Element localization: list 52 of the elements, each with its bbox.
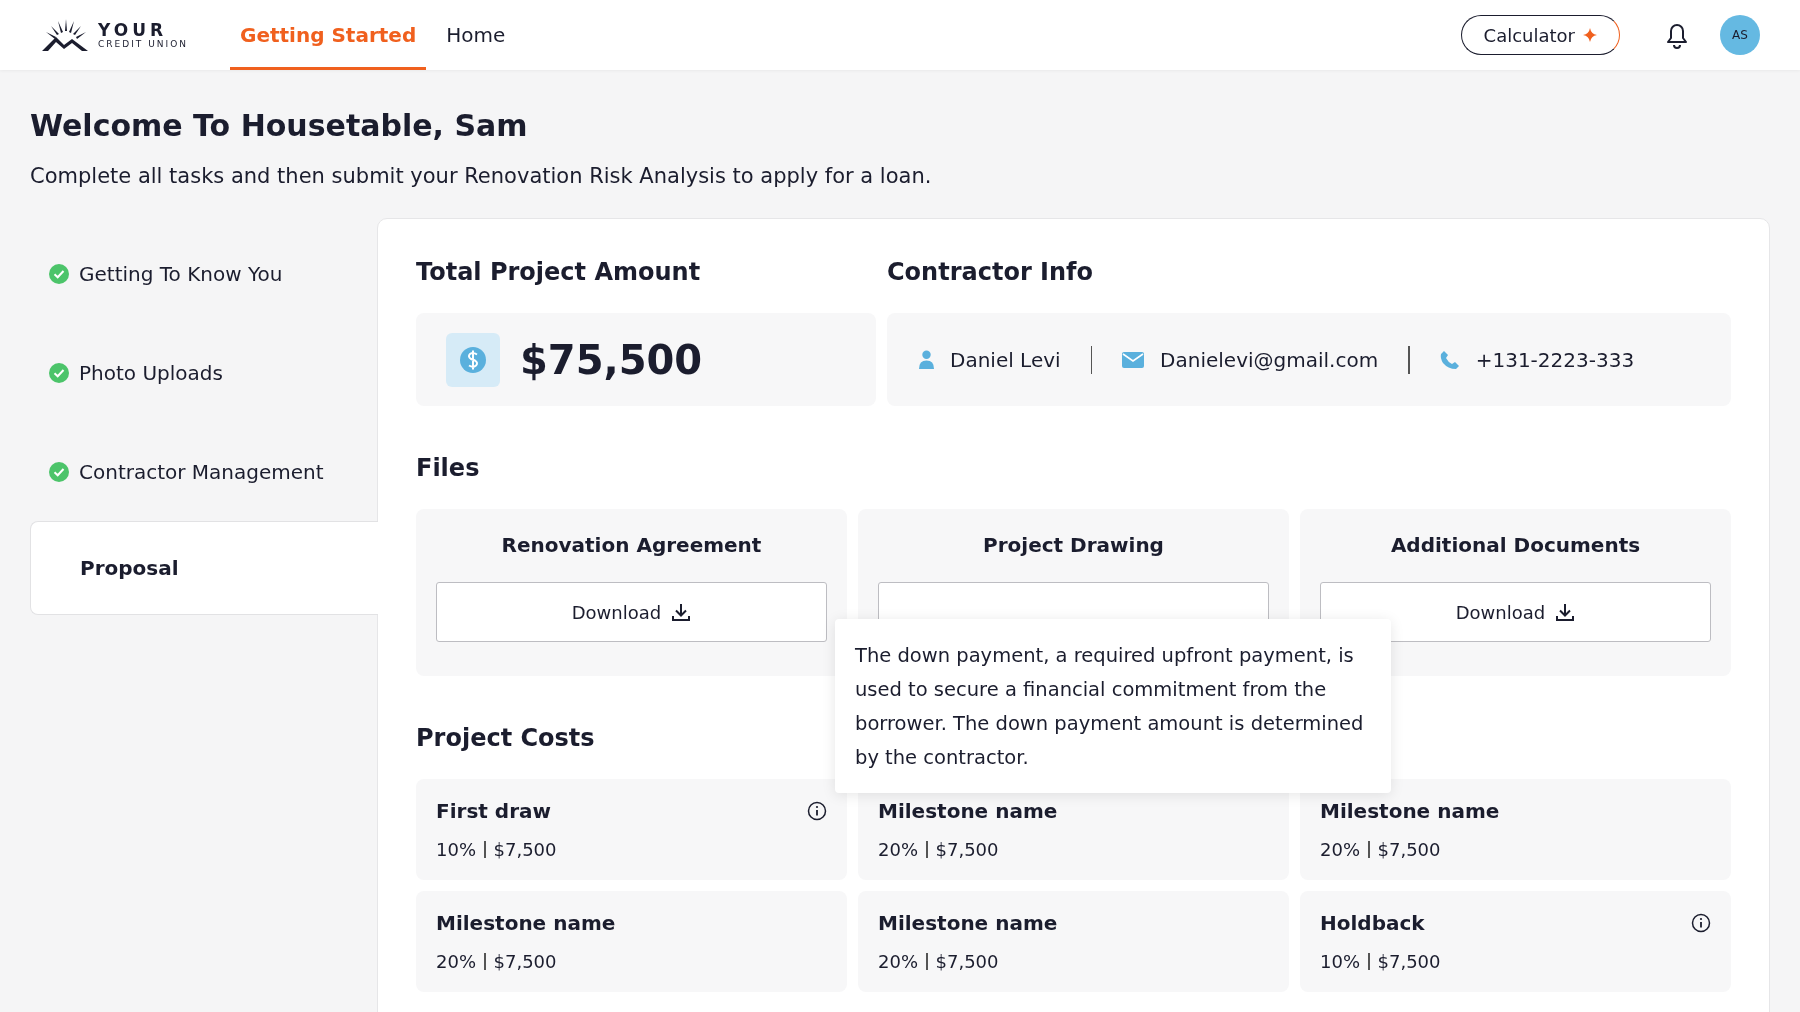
sidebar-item[interactable]: Getting To Know You <box>30 224 377 323</box>
contractor-email: Danielevi@gmail.com <box>1160 347 1379 372</box>
brand-subtitle: CREDIT UNION <box>98 39 188 49</box>
file-title: Project Drawing <box>983 533 1164 557</box>
sidebar-item[interactable]: Photo Uploads <box>30 323 377 422</box>
download-icon <box>1555 602 1576 622</box>
cost-share: 10% <box>1320 951 1360 972</box>
cost-name: Milestone name <box>1320 799 1500 823</box>
section-heading: Contractor Info <box>887 258 1093 286</box>
download-icon <box>671 602 692 622</box>
cost-amount: $7,500 <box>1377 839 1441 860</box>
nav-tab[interactable]: Home <box>436 0 516 70</box>
cost-name: Milestone name <box>878 911 1058 935</box>
cost-name: First draw <box>436 799 551 823</box>
cost-amount: $7,500 <box>935 951 999 972</box>
mail-icon <box>1122 351 1145 368</box>
cost-amount: $7,500 <box>1377 951 1441 972</box>
sparkle-icon <box>1583 28 1597 42</box>
section-heading: Files <box>416 454 480 482</box>
brand-name: YOUR <box>98 21 169 39</box>
person-icon <box>919 350 934 369</box>
cost-amount: $7,500 <box>935 839 999 860</box>
dollar-icon <box>446 332 500 387</box>
sidebar-item[interactable]: Proposal <box>30 521 378 615</box>
user-avatar[interactable]: AS <box>1720 15 1760 55</box>
section-heading: Project Costs <box>416 724 595 752</box>
cost-share: 10% <box>436 839 476 860</box>
cost-share: 20% <box>436 951 476 972</box>
calculator-button[interactable]: Calculator <box>1460 15 1620 55</box>
download-button[interactable]: Download <box>1320 582 1711 642</box>
cost-share: 20% <box>878 951 918 972</box>
cost-share: 20% <box>1320 839 1360 860</box>
file-title: Additional Documents <box>1390 533 1641 557</box>
welcome-subtitle: Complete all tasks and then submit your Renovation Risk Analysis to apply for a loan. <box>30 164 933 188</box>
info-icon[interactable] <box>1691 913 1711 933</box>
cost-name: Milestone name <box>878 799 1058 823</box>
cost-amount: $7,500 <box>493 951 557 972</box>
contractor-phone: +131-2223-333 <box>1475 347 1635 372</box>
cost-amount: $7,500 <box>493 839 557 860</box>
cost-share: 20% <box>878 839 918 860</box>
tooltip: The down payment, a required upfront payment, is used to secure a financial commitment from the borrower. The down payment amount is determined by the contractor. <box>835 619 1391 793</box>
contractor-name: Daniel Levi <box>950 347 1061 372</box>
welcome-title: Welcome To Housetable, Sam <box>30 108 529 143</box>
sidebar-item[interactable]: Contractor Management <box>30 422 377 521</box>
info-icon[interactable] <box>807 801 827 821</box>
cost-name: Holdback <box>1320 911 1425 935</box>
section-heading: Total Project Amount <box>416 258 701 286</box>
phone-icon <box>1439 349 1460 370</box>
file-title: Renovation Agreement <box>501 533 762 557</box>
total-amount: $75,500 <box>520 336 703 383</box>
download-button[interactable]: Download <box>436 582 827 642</box>
cost-name: Milestone name <box>436 911 616 935</box>
